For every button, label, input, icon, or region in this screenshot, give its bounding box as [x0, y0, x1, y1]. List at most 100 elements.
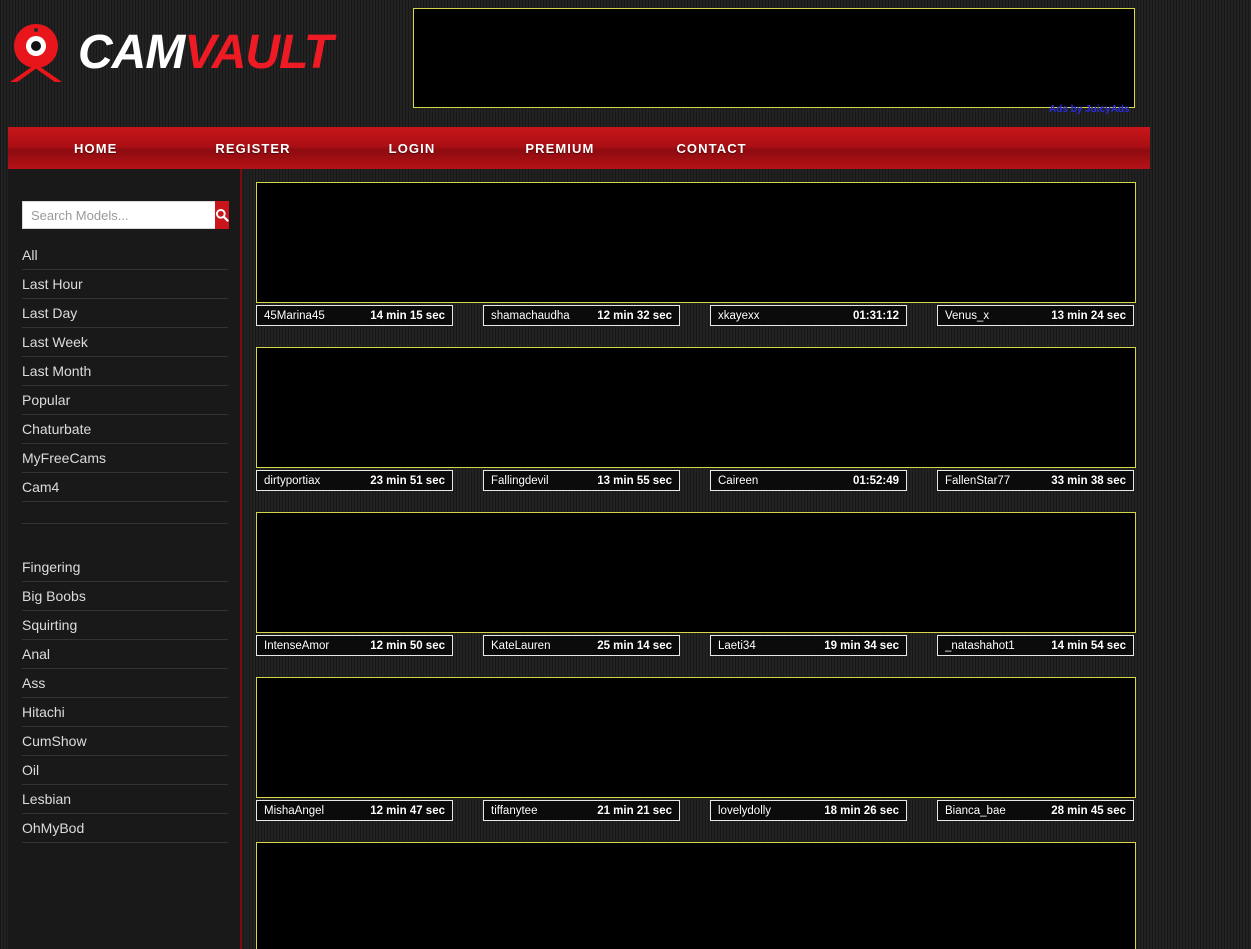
sidebar-item-all[interactable]: All: [22, 241, 228, 270]
video-model-name: Venus_x: [945, 309, 990, 322]
video-card[interactable]: 45Marina45 14 min 15 sec: [256, 182, 455, 327]
video-thumbnail[interactable]: [483, 347, 682, 468]
video-card[interactable]: [256, 842, 455, 949]
video-card[interactable]: dirtyportiax 23 min 51 sec: [256, 347, 455, 492]
video-thumbnail[interactable]: [710, 182, 909, 303]
video-card[interactable]: _natashahot1 14 min 54 sec: [937, 512, 1136, 657]
video-card[interactable]: FallenStar77 33 min 38 sec: [937, 347, 1136, 492]
video-model-name: Caireen: [718, 474, 759, 487]
sidebar-item-fingering[interactable]: Fingering: [22, 553, 228, 582]
video-caption: Bianca_bae 28 min 45 sec: [937, 800, 1134, 821]
video-card[interactable]: xkayexx 01:31:12: [710, 182, 909, 327]
sidebar-item-oil[interactable]: Oil: [22, 756, 228, 785]
video-thumbnail[interactable]: [483, 677, 682, 798]
video-card[interactable]: Laeti34 19 min 34 sec: [710, 512, 909, 657]
search-icon: [215, 208, 229, 222]
sidebar-item-lesbian[interactable]: Lesbian: [22, 785, 228, 814]
sidebar-item-myfreecams[interactable]: MyFreeCams: [22, 444, 228, 473]
video-grid-row: [244, 829, 1150, 949]
sidebar-item-last-week[interactable]: Last Week: [22, 328, 228, 357]
video-thumbnail[interactable]: [256, 182, 455, 303]
ad-banner-credit[interactable]: Ads by JuicyAds: [1049, 104, 1130, 115]
ad-banner[interactable]: [413, 8, 1135, 108]
sidebar-item-last-month[interactable]: Last Month: [22, 357, 228, 386]
video-card[interactable]: KateLauren 25 min 14 sec: [483, 512, 682, 657]
video-card[interactable]: Venus_x 13 min 24 sec: [937, 182, 1136, 327]
video-card[interactable]: shamachaudha 12 min 32 sec: [483, 182, 682, 327]
nav-item-register[interactable]: REGISTER: [205, 141, 300, 156]
video-caption: xkayexx 01:31:12: [710, 305, 907, 326]
video-thumbnail[interactable]: [937, 512, 1136, 633]
video-thumbnail[interactable]: [256, 347, 455, 468]
video-card[interactable]: [710, 842, 909, 949]
sidebar-item-big-boobs[interactable]: Big Boobs: [22, 582, 228, 611]
video-thumbnail[interactable]: [710, 347, 909, 468]
video-caption: FallenStar77 33 min 38 sec: [937, 470, 1134, 491]
video-caption: Laeti34 19 min 34 sec: [710, 635, 907, 656]
video-card[interactable]: IntenseAmor 12 min 50 sec: [256, 512, 455, 657]
video-card[interactable]: tiffanytee 21 min 21 sec: [483, 677, 682, 822]
video-thumbnail[interactable]: [937, 677, 1136, 798]
webcam-icon: [8, 24, 64, 82]
search-button[interactable]: [215, 201, 229, 229]
video-thumbnail[interactable]: [937, 182, 1136, 303]
video-duration: 28 min 45 sec: [1051, 804, 1126, 817]
video-card[interactable]: [937, 842, 1136, 949]
video-card[interactable]: MishaAngel 12 min 47 sec: [256, 677, 455, 822]
video-thumbnail[interactable]: [710, 512, 909, 633]
video-thumbnail[interactable]: [256, 512, 455, 633]
video-caption: _natashahot1 14 min 54 sec: [937, 635, 1134, 656]
video-thumbnail[interactable]: [937, 347, 1136, 468]
video-card[interactable]: [483, 842, 682, 949]
search-form: [22, 201, 229, 229]
video-thumbnail[interactable]: [483, 182, 682, 303]
video-duration: 21 min 21 sec: [597, 804, 672, 817]
sidebar-item-anal[interactable]: Anal: [22, 640, 228, 669]
sidebar-item-ohmybod[interactable]: OhMyBod: [22, 814, 228, 843]
video-duration: 12 min 50 sec: [370, 639, 445, 652]
nav-item-premium[interactable]: PREMIUM: [515, 141, 604, 156]
video-thumbnail[interactable]: [937, 842, 1136, 949]
video-thumbnail[interactable]: [710, 677, 909, 798]
sidebar-item-chaturbate[interactable]: Chaturbate: [22, 415, 228, 444]
video-card[interactable]: Bianca_bae 28 min 45 sec: [937, 677, 1136, 822]
sidebar-item-squirting[interactable]: Squirting: [22, 611, 228, 640]
video-thumbnail[interactable]: [256, 842, 455, 949]
video-thumbnail[interactable]: [710, 842, 909, 949]
video-duration: 12 min 32 sec: [597, 309, 672, 322]
video-thumbnail[interactable]: [483, 842, 682, 949]
video-caption: shamachaudha 12 min 32 sec: [483, 305, 680, 326]
nav-item-home[interactable]: HOME: [64, 141, 127, 156]
video-model-name: IntenseAmor: [264, 639, 330, 652]
sidebar-item-popular[interactable]: Popular: [22, 386, 228, 415]
video-duration: 14 min 15 sec: [370, 309, 445, 322]
sidebar-item-last-hour[interactable]: Last Hour: [22, 270, 228, 299]
search-input[interactable]: [22, 201, 215, 229]
sidebar-item-ass[interactable]: Ass: [22, 669, 228, 698]
video-duration: 14 min 54 sec: [1051, 639, 1126, 652]
video-duration: 19 min 34 sec: [824, 639, 899, 652]
sidebar-item-hitachi[interactable]: Hitachi: [22, 698, 228, 727]
video-grid-row: 45Marina45 14 min 15 sec shamachaudha 12…: [244, 169, 1150, 334]
sidebar-item-cumshow[interactable]: CumShow: [22, 727, 228, 756]
video-grid-row: MishaAngel 12 min 47 sec tiffanytee 21 m…: [244, 664, 1150, 829]
video-duration: 33 min 38 sec: [1051, 474, 1126, 487]
video-thumbnail[interactable]: [483, 512, 682, 633]
sidebar-item-cam4[interactable]: Cam4: [22, 473, 228, 502]
video-card[interactable]: lovelydolly 18 min 26 sec: [710, 677, 909, 822]
video-caption: Caireen 01:52:49: [710, 470, 907, 491]
video-model-name: shamachaudha: [491, 309, 570, 322]
video-model-name: Fallingdevil: [491, 474, 549, 487]
video-card[interactable]: Fallingdevil 13 min 55 sec: [483, 347, 682, 492]
video-duration: 23 min 51 sec: [370, 474, 445, 487]
sidebar-item-last-day[interactable]: Last Day: [22, 299, 228, 328]
video-model-name: Bianca_bae: [945, 804, 1006, 817]
video-caption: Venus_x 13 min 24 sec: [937, 305, 1134, 326]
nav-item-contact[interactable]: CONTACT: [666, 141, 756, 156]
site-logo[interactable]: CAMVAULT: [8, 24, 333, 82]
video-model-name: dirtyportiax: [264, 474, 321, 487]
video-card[interactable]: Caireen 01:52:49: [710, 347, 909, 492]
video-duration: 18 min 26 sec: [824, 804, 899, 817]
nav-item-login[interactable]: LOGIN: [379, 141, 446, 156]
video-thumbnail[interactable]: [256, 677, 455, 798]
